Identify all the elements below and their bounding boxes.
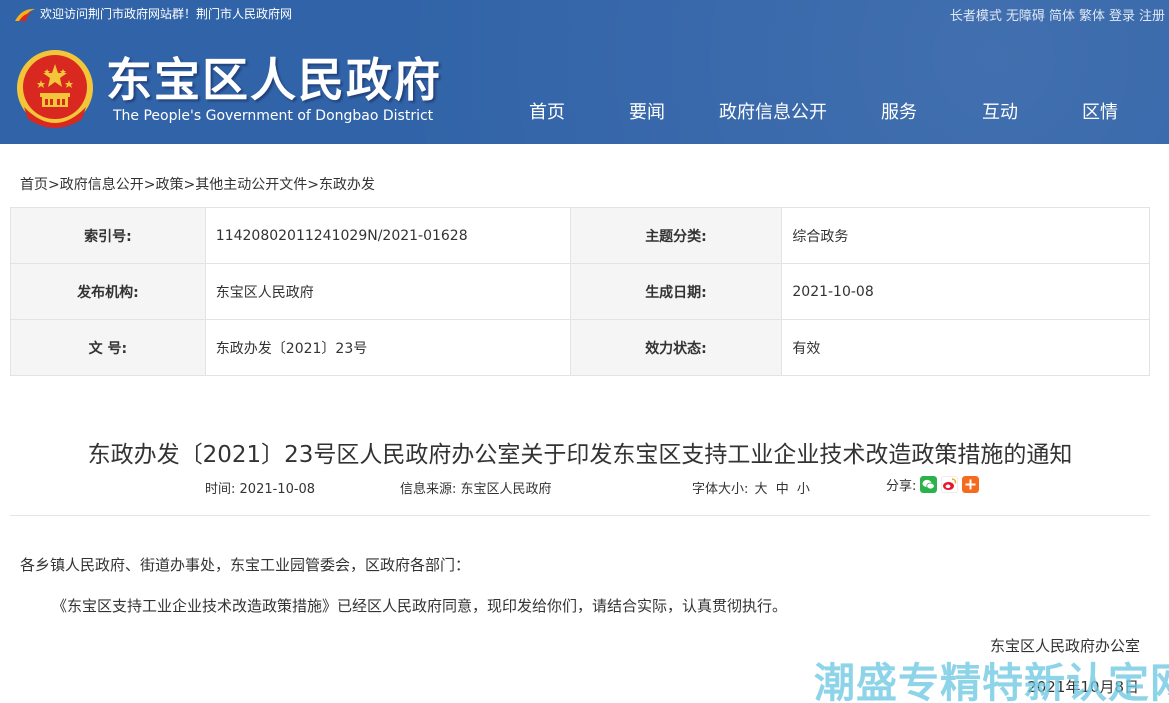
font-size-label: 字体大小: (692, 482, 749, 497)
site-title: 东宝区人民政府 (106, 53, 442, 107)
traditional-chinese-link[interactable]: 繁体 (1079, 5, 1105, 24)
site-subtitle: The People's Government of Dongbao Distr… (113, 108, 434, 124)
nav-item-services[interactable]: 服务 (881, 98, 917, 124)
wechat-icon[interactable] (920, 476, 938, 493)
breadcrumb-separator: > (307, 177, 319, 193)
font-size-large-button[interactable]: 大 (755, 482, 768, 497)
source-label: 信息来源: (400, 482, 457, 497)
source-value: 东宝区人民政府 (460, 482, 552, 497)
breadcrumb-other-files[interactable]: 其他主动公开文件 (195, 177, 307, 193)
article-signature: 东宝区人民政府办公室 (989, 637, 1140, 655)
document-number-value: 东政办发〔2021〕23号 (204, 319, 571, 376)
creation-date-value: 2021-10-08 (781, 263, 1150, 320)
breadcrumb: 首页>政府信息公开>政策>其他主动公开文件>东政办发 (20, 174, 375, 194)
topic-category-value: 综合政务 (781, 207, 1150, 264)
creation-date-label: 生成日期: (569, 263, 783, 320)
breadcrumb-gov-info[interactable]: 政府信息公开 (60, 177, 144, 193)
breadcrumb-separator: > (183, 177, 196, 193)
font-size-small-button[interactable]: 小 (797, 482, 810, 497)
index-number-label: 索引号: (10, 207, 206, 264)
article-body: 《东宝区支持工业企业技术改造政策措施》已经区人民政府同意，现印发给你们，请结合实… (52, 597, 788, 615)
topic-category-label: 主题分类: (569, 207, 783, 264)
watermark-text: 潮盛专精特新认定网 (814, 659, 1169, 703)
site-header: 欢迎访问荆门市政府网站群！荆门市人民政府网 长者模式 无障碍 简体 繁体 登录 … (0, 0, 1169, 144)
nav-item-news[interactable]: 要闻 (629, 98, 665, 124)
breadcrumb-policy[interactable]: 政策 (155, 177, 183, 193)
welcome-link[interactable]: 欢迎访问荆门市政府网站群！荆门市人民政府网 (14, 5, 292, 22)
top-bar: 欢迎访问荆门市政府网站群！荆门市人民政府网 长者模式 无障碍 简体 繁体 登录 … (0, 0, 1169, 28)
table-row: 文 号: 东政办发〔2021〕23号 效力状态: 有效 (10, 319, 1150, 376)
share-label: 分享: (886, 479, 917, 494)
article-title: 东政办发〔2021〕23号区人民政府办公室关于印发东宝区支持工业企业技术改造政策… (87, 442, 1073, 468)
welcome-text: 欢迎访问荆门市政府网站群！荆门市人民政府网 (40, 7, 293, 21)
weibo-icon[interactable] (941, 476, 959, 493)
font-size-medium-button[interactable]: 中 (776, 482, 789, 497)
elder-mode-link[interactable]: 长者模式 (950, 5, 1002, 24)
more-share-icon[interactable] (962, 476, 980, 493)
issuing-agency-value: 东宝区人民政府 (204, 263, 571, 320)
jingmen-logo-icon (15, 8, 35, 21)
nav-item-gov-info[interactable]: 政府信息公开 (719, 98, 827, 124)
accessibility-link[interactable]: 无障碍 (1006, 5, 1045, 24)
national-emblem-icon (17, 50, 93, 128)
login-link[interactable]: 登录 (1109, 5, 1135, 24)
time-value: 2021-10-08 (239, 482, 316, 497)
article-source: 信息来源: 东宝区人民政府 (400, 478, 552, 497)
breadcrumb-current[interactable]: 东政办发 (319, 177, 375, 193)
breadcrumb-home[interactable]: 首页 (20, 177, 48, 193)
nav-item-interaction[interactable]: 互动 (982, 98, 1018, 124)
document-meta-table: 索引号: 11420802011241029N/2021-01628 主题分类:… (10, 207, 1150, 376)
validity-status-value: 有效 (781, 319, 1150, 376)
validity-status-label: 效力状态: (569, 319, 783, 376)
article-time: 时间: 2021-10-08 (205, 478, 315, 497)
document-number-label: 文 号: (10, 319, 206, 376)
breadcrumb-separator: > (143, 177, 156, 193)
top-links: 长者模式 无障碍 简体 繁体 登录 注册 (950, 5, 1165, 24)
register-link[interactable]: 注册 (1139, 5, 1165, 24)
simplified-chinese-link[interactable]: 简体 (1049, 5, 1075, 24)
time-label: 时间: (205, 482, 236, 497)
index-number-value: 11420802011241029N/2021-01628 (204, 207, 571, 264)
breadcrumb-separator: > (48, 177, 60, 193)
article-divider (10, 515, 1150, 516)
nav-item-home[interactable]: 首页 (529, 98, 565, 124)
issuing-agency-label: 发布机构: (10, 263, 206, 320)
share-bar: 分享: (886, 475, 980, 494)
table-row: 索引号: 11420802011241029N/2021-01628 主题分类:… (10, 207, 1150, 264)
article-salutation: 各乡镇人民政府、街道办事处，东宝工业园管委会，区政府各部门： (20, 556, 471, 574)
nav-item-district-info[interactable]: 区情 (1082, 98, 1118, 124)
main-nav: 首页 要闻 政府信息公开 服务 互动 区情 (498, 98, 1158, 124)
table-row: 发布机构: 东宝区人民政府 生成日期: 2021-10-08 (10, 263, 1150, 320)
font-size-control: 字体大小: 大 中 小 (692, 478, 812, 497)
